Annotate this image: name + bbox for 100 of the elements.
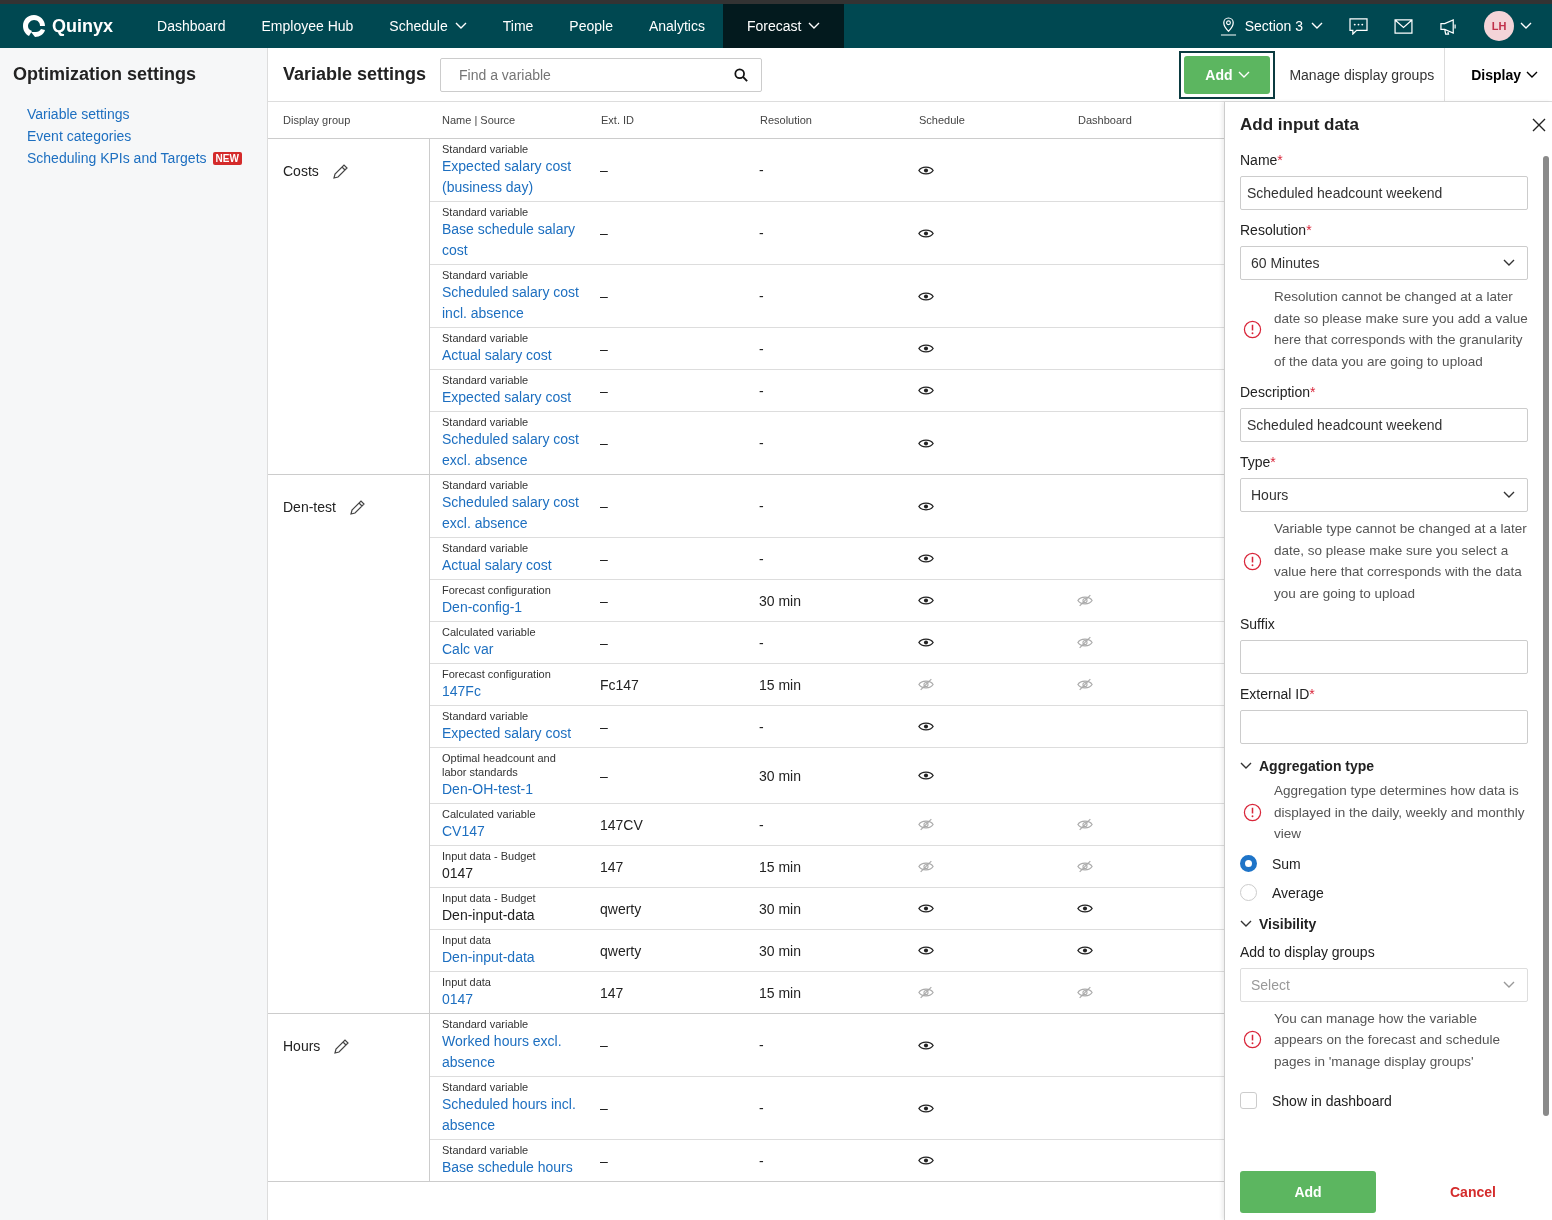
variable-link[interactable]: Scheduled hours incl. absence [442,1094,581,1136]
sidebar-link[interactable]: Event categories [27,128,132,144]
user-avatar[interactable]: LH [1484,11,1514,41]
variable-link[interactable]: Scheduled salary cost incl. absence [442,282,581,324]
nav-tab[interactable]: Analytics [630,4,723,48]
source-label: Calculated variable [442,807,537,821]
search-field[interactable]: Find a variable [440,57,763,92]
logo-text[interactable]: Quinyx [52,15,113,37]
warning-icon [1243,319,1262,339]
radio-label: Sum [1272,855,1301,872]
source-label: Standard variable [442,142,530,156]
section-title[interactable]: Aggregation type [1259,758,1375,774]
chevron-down-icon [1237,70,1250,79]
eye-icon[interactable] [918,721,934,732]
search-icon[interactable] [734,67,749,82]
variable-link[interactable]: Actual salary cost [442,555,581,576]
resolution: - [758,634,765,651]
eye-icon[interactable] [918,290,934,302]
chevron-down-icon [1503,980,1515,989]
manage-groups-link[interactable]: Manage display groups [1289,66,1435,83]
source-label: Input data - Budget [442,849,537,863]
eye-icon[interactable] [918,500,934,512]
section-title[interactable]: Visibility [1259,915,1317,932]
resolution: 30 min [758,767,803,784]
eye-icon[interactable] [918,227,934,239]
variable-link[interactable]: Expected salary cost (business day) [442,156,581,198]
eye-icon[interactable] [1077,903,1093,914]
field-label: Name* [1240,152,1284,168]
variable-link[interactable]: Base schedule salary cost [442,219,581,261]
pencil-icon[interactable] [332,1038,351,1056]
megaphone-icon[interactable] [1439,17,1458,35]
variable-link[interactable]: CV147 [442,821,581,842]
resolution: - [758,382,765,399]
variable-name: 0147 [442,864,475,883]
variable-link[interactable]: Den-OH-test-1 [442,779,581,800]
location-pin-icon[interactable] [1219,16,1237,36]
variable-link[interactable]: 0147 [442,989,581,1010]
nav-tab[interactable]: Forecast [722,4,845,48]
text-field[interactable]: Scheduled headcount weekend [1240,408,1528,442]
variable-link[interactable]: Den-input-data [442,947,581,968]
source-label: Forecast configuration [442,583,552,597]
field-label: Resolution* [1240,222,1313,238]
nav-tab[interactable]: People [551,4,631,48]
ext-id: – [599,1037,609,1053]
variable-link[interactable]: Expected salary cost [442,387,581,408]
pencil-icon[interactable] [330,163,349,181]
variable-link[interactable]: Worked hours excl. absence [442,1031,581,1073]
close-icon[interactable] [1532,118,1546,132]
source-label: Optimal headcount and labor standards [442,751,557,779]
eye-icon[interactable] [918,1155,934,1166]
text-field[interactable] [1240,710,1528,744]
radio-button[interactable] [1240,855,1257,872]
dropdown[interactable]: 60 Minutes [1240,246,1528,280]
dropdown[interactable]: Hours [1240,478,1528,512]
variable-link[interactable]: Base schedule hours [442,1157,581,1178]
source-label: Standard variable [442,373,530,387]
eye-icon[interactable] [918,437,934,449]
nav-tab[interactable]: Schedule [371,4,485,48]
chat-icon[interactable] [1349,17,1368,35]
eye-icon[interactable] [918,770,934,781]
variable-link[interactable]: 147Fc [442,681,581,702]
eye-icon[interactable] [918,945,934,956]
warning-icon [1243,1030,1262,1050]
variable-link[interactable]: Expected salary cost [442,723,581,744]
eye-icon[interactable] [918,385,934,396]
resolution: 15 min [758,676,803,693]
nav-tab[interactable]: Time [484,4,552,48]
variable-link[interactable]: Actual salary cost [442,345,581,366]
column-header: Resolution [759,114,813,126]
source-label: Input data [442,975,492,989]
text-field[interactable] [1240,640,1528,674]
eye-icon[interactable] [918,164,934,176]
source-label: Standard variable [442,415,530,429]
variable-link[interactable]: Scheduled salary cost excl. absence [442,492,581,534]
cancel-button[interactable]: Cancel [1444,1183,1502,1201]
eye-icon[interactable] [918,343,934,354]
eye-icon[interactable] [918,637,934,648]
info-note: Variable type cannot be changed at a later date, so please make sure you select a value here that corresponds with the data you are going to upload [1274,520,1528,603]
text-field[interactable]: Scheduled headcount weekend [1240,176,1528,210]
checkbox[interactable] [1240,1092,1257,1109]
resolution: - [758,1037,765,1053]
eye-icon[interactable] [918,903,934,914]
display-button[interactable]: Display [1444,48,1552,101]
eye-icon[interactable] [918,553,934,564]
eye-icon[interactable] [918,1102,934,1114]
ext-id: – [599,382,609,399]
eye-icon[interactable] [918,1039,934,1051]
nav-tab[interactable]: Employee Hub [243,4,372,48]
sidebar-link[interactable]: Variable settings [27,106,130,122]
nav-tab[interactable]: Dashboard [139,4,244,48]
pencil-icon[interactable] [347,499,366,517]
eye-icon[interactable] [1077,945,1093,956]
section-selector[interactable]: Section 3 [1244,18,1303,34]
eye-icon[interactable] [918,595,934,606]
variable-link[interactable]: Scheduled salary cost excl. absence [442,429,581,471]
sidebar-link[interactable]: Scheduling KPIs and Targets [27,150,207,166]
variable-link[interactable]: Den-config-1 [442,597,581,618]
mail-icon[interactable] [1394,18,1413,34]
ext-id: 147 [599,984,625,1001]
variable-link[interactable]: Calc var [442,639,581,660]
